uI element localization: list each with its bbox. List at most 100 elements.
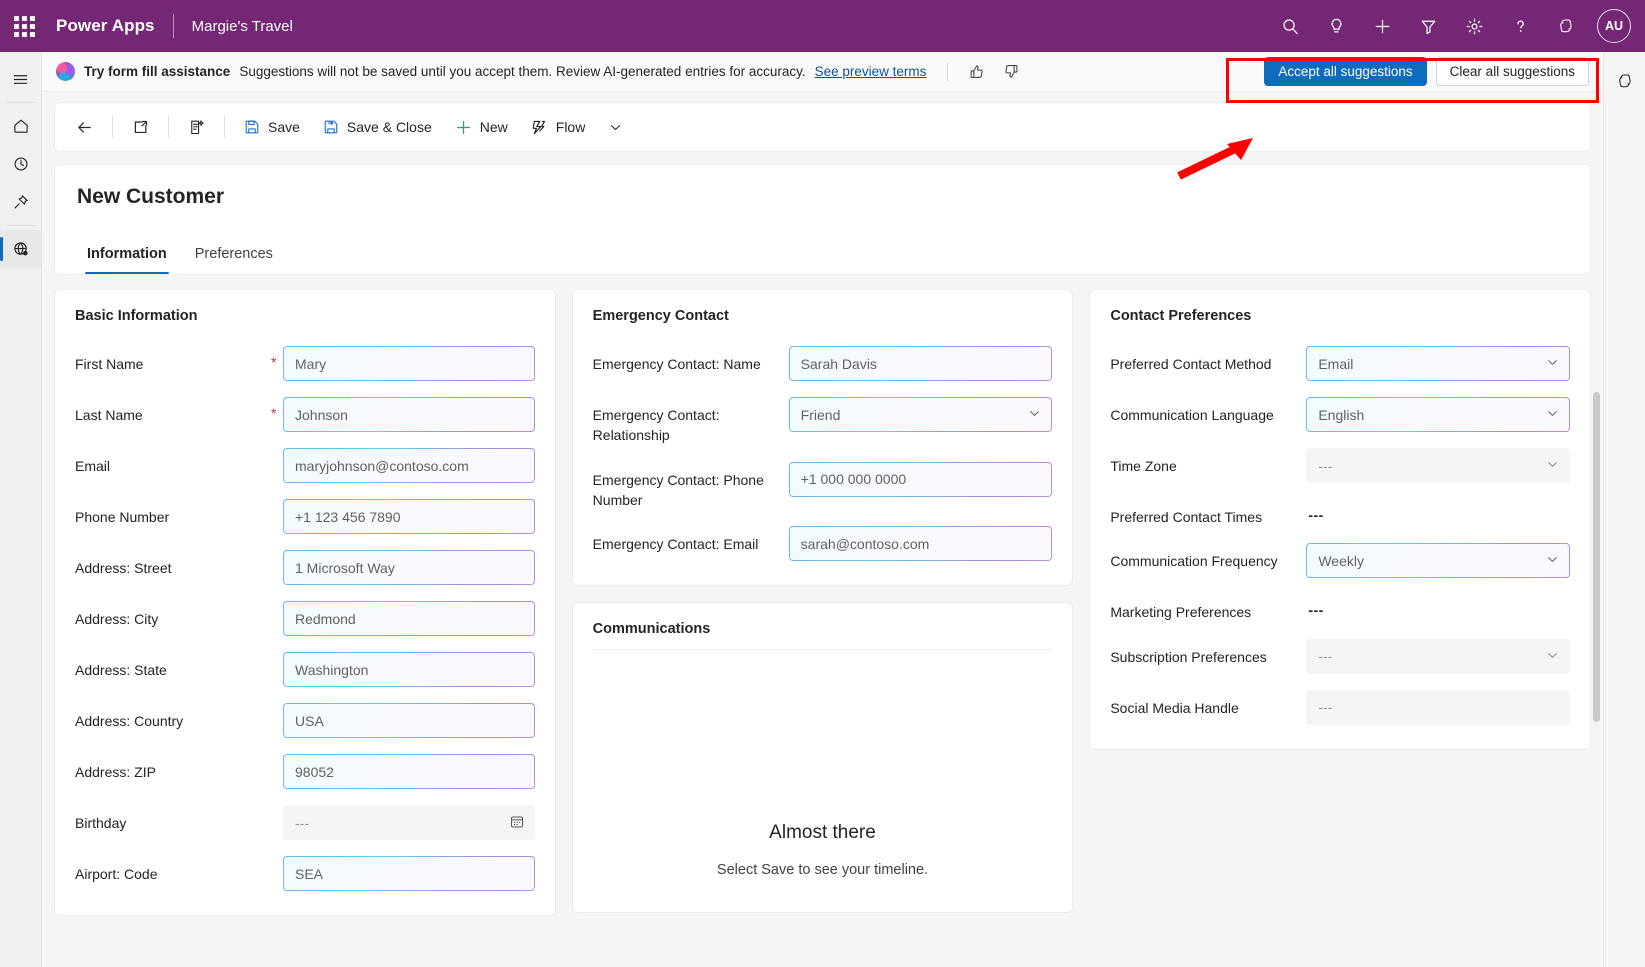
- command-bar: Save Save & Close New: [54, 102, 1591, 152]
- emergency-name-input[interactable]: Sarah Davis: [789, 346, 1053, 381]
- save-icon: [243, 118, 261, 136]
- thumbs-up-icon[interactable]: [963, 59, 989, 85]
- empty-state-title: Almost there: [769, 822, 876, 844]
- form-canvas: Save Save & Close New: [42, 92, 1603, 967]
- field-emergency-relationship: Emergency Contact: Relationship Friend: [593, 397, 1053, 446]
- subscription-preferences-dropdown[interactable]: ---: [1306, 639, 1570, 674]
- field-label: Preferred Contact Times: [1110, 499, 1306, 527]
- required-spacer: [271, 550, 283, 558]
- field-label: Email: [75, 448, 271, 476]
- search-icon[interactable]: [1269, 5, 1311, 47]
- section-title: Emergency Contact: [593, 308, 1053, 324]
- preferred-contact-method-dropdown[interactable]: Email: [1306, 346, 1570, 381]
- app-launcher-button[interactable]: [0, 0, 48, 52]
- filter-icon[interactable]: [1407, 5, 1449, 47]
- communication-frequency-dropdown[interactable]: Weekly: [1306, 543, 1570, 578]
- field-address-city: Address: City Redmond: [75, 601, 535, 636]
- section-title: Communications: [593, 621, 1053, 650]
- avatar[interactable]: AU: [1597, 9, 1631, 43]
- address-street-input[interactable]: 1 Microsoft Way: [283, 550, 535, 585]
- field-label: Address: City: [75, 601, 271, 629]
- accept-all-suggestions-button[interactable]: Accept all suggestions: [1264, 57, 1426, 86]
- form-fill-ai-button[interactable]: [177, 112, 216, 143]
- empty-state-subtitle: Select Save to see your timeline.: [717, 862, 928, 878]
- open-popout-icon: [131, 118, 150, 137]
- field-label: Address: ZIP: [75, 754, 271, 782]
- address-city-input[interactable]: Redmond: [283, 601, 535, 636]
- field-address-street: Address: Street 1 Microsoft Way: [75, 550, 535, 585]
- marketing-preferences-value[interactable]: ---: [1306, 594, 1570, 618]
- field-time-zone: Time Zone ---: [1110, 448, 1570, 483]
- save-button[interactable]: Save: [233, 112, 310, 142]
- required-spacer: [271, 652, 283, 660]
- social-media-handle-input[interactable]: ---: [1306, 690, 1570, 725]
- left-navigation-rail: [0, 52, 42, 967]
- field-address-state: Address: State Washington: [75, 652, 535, 687]
- section-emergency-contact: Emergency Contact Emergency Contact: Nam…: [572, 289, 1074, 586]
- address-state-input[interactable]: Washington: [283, 652, 535, 687]
- email-input[interactable]: maryjohnson@contoso.com: [283, 448, 535, 483]
- section-basic-information: Basic Information First Name * Mary Last…: [54, 289, 556, 916]
- back-button[interactable]: [65, 112, 104, 143]
- form-fill-assistance-banner: Try form fill assistance Suggestions wil…: [42, 52, 1603, 92]
- tab-preferences[interactable]: Preferences: [185, 239, 283, 274]
- column-preferences: Contact Preferences Preferred Contact Me…: [1089, 289, 1591, 750]
- section-title: Contact Preferences: [1110, 308, 1570, 324]
- plus-icon: [454, 118, 473, 137]
- header-divider: [173, 14, 174, 38]
- sidebar-item-customers[interactable]: [0, 230, 41, 268]
- phone-number-input[interactable]: +1 123 456 7890: [283, 499, 535, 534]
- birthday-input[interactable]: ---: [283, 805, 535, 840]
- field-preferred-contact-method: Preferred Contact Method Email: [1110, 346, 1570, 381]
- field-label: Emergency Contact: Relationship: [593, 397, 789, 446]
- sidebar-item-home[interactable]: [0, 107, 41, 145]
- gear-icon[interactable]: [1453, 5, 1495, 47]
- thumbs-down-icon[interactable]: [998, 59, 1024, 85]
- vertical-scrollbar[interactable]: [1593, 392, 1600, 722]
- save-and-close-button[interactable]: Save & Close: [312, 112, 442, 142]
- section-title: Basic Information: [75, 308, 535, 324]
- first-name-input[interactable]: Mary: [283, 346, 535, 381]
- see-preview-terms-link[interactable]: See preview terms: [815, 64, 927, 79]
- clear-all-suggestions-button[interactable]: Clear all suggestions: [1436, 57, 1589, 86]
- help-icon[interactable]: [1499, 5, 1541, 47]
- lightbulb-icon[interactable]: [1315, 5, 1357, 47]
- airport-code-input[interactable]: SEA: [283, 856, 535, 891]
- rail-divider-2: [6, 225, 35, 226]
- emergency-relationship-dropdown[interactable]: Friend: [789, 397, 1053, 432]
- field-label: Birthday: [75, 805, 271, 833]
- field-phone-number: Phone Number +1 123 456 7890: [75, 499, 535, 534]
- emergency-phone-input[interactable]: +1 000 000 0000: [789, 462, 1053, 497]
- time-zone-dropdown[interactable]: ---: [1306, 448, 1570, 483]
- plus-icon[interactable]: [1361, 5, 1403, 47]
- address-country-input[interactable]: USA: [283, 703, 535, 738]
- address-zip-input[interactable]: 98052: [283, 754, 535, 789]
- app-name[interactable]: Margie's Travel: [192, 18, 293, 35]
- last-name-input[interactable]: Johnson: [283, 397, 535, 432]
- save-and-close-label: Save & Close: [347, 119, 432, 135]
- section-communications: Communications Almost there Select Save …: [572, 602, 1074, 913]
- column-emergency: Emergency Contact Emergency Contact: Nam…: [572, 289, 1074, 913]
- header-actions: AU: [1269, 5, 1645, 47]
- sidebar-item-pinned[interactable]: [0, 183, 41, 221]
- field-airport-code: Airport: Code SEA: [75, 856, 535, 891]
- hamburger-menu-button[interactable]: [0, 60, 41, 98]
- new-button[interactable]: New: [444, 112, 518, 143]
- field-label: Emergency Contact: Name: [593, 346, 789, 374]
- brand-title[interactable]: Power Apps: [56, 16, 155, 36]
- emergency-email-input[interactable]: sarah@contoso.com: [789, 526, 1053, 561]
- preferred-contact-times-value[interactable]: ---: [1306, 499, 1570, 523]
- flow-button[interactable]: Flow: [520, 112, 596, 143]
- copilot-panel-button[interactable]: [1604, 62, 1645, 100]
- chevron-down-icon: [607, 119, 624, 136]
- open-in-new-window-button[interactable]: [121, 112, 160, 143]
- field-marketing-preferences: Marketing Preferences ---: [1110, 594, 1570, 622]
- field-email: Email maryjohnson@contoso.com: [75, 448, 535, 483]
- sidebar-item-recent[interactable]: [0, 145, 41, 183]
- tab-information[interactable]: Information: [77, 239, 177, 274]
- communication-language-dropdown[interactable]: English: [1306, 397, 1570, 432]
- form-fill-ai-icon: [187, 118, 206, 137]
- page-title: New Customer: [77, 185, 1568, 209]
- command-overflow-button[interactable]: [597, 113, 634, 142]
- copilot-icon[interactable]: [1545, 5, 1587, 47]
